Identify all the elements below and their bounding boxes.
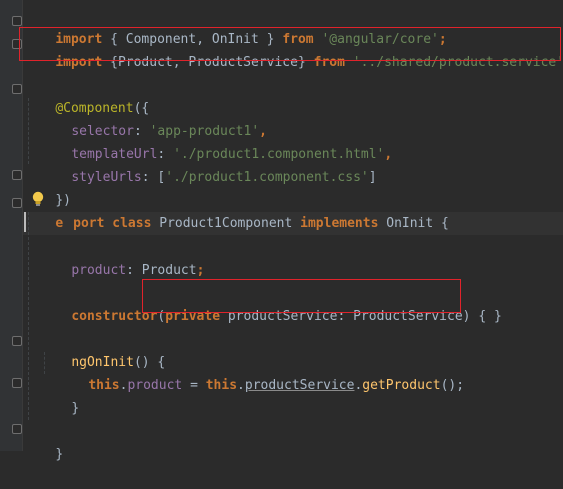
code-line-6: templateUrl: './product1.component.html'… — [40, 120, 392, 162]
type-name: Product — [141, 263, 197, 278]
lightbulb-icon[interactable] — [31, 191, 45, 207]
string-literal: './product1.component.css' — [165, 170, 369, 185]
class-name: Product1Component — [159, 216, 293, 231]
fold-marker[interactable] — [12, 378, 22, 388]
punctuation: . — [237, 378, 245, 393]
fold-marker[interactable] — [12, 198, 22, 208]
code-line-7: styleUrls: ['./product1.component.css'] — [40, 143, 376, 185]
code-line-4: @Component({ — [24, 74, 149, 116]
punctuation: : — [126, 263, 142, 278]
keyword-this: this — [205, 378, 238, 393]
code-line-5: selector: 'app-product1', — [40, 97, 267, 139]
code-line-19: } — [24, 420, 63, 462]
highlight-box-import — [19, 27, 561, 61]
punctuation: , — [384, 147, 393, 162]
fold-marker[interactable] — [12, 84, 22, 94]
text-caret — [24, 212, 26, 232]
fold-marker[interactable] — [12, 170, 22, 180]
code-line-9: e port class Product1Component implements… — [24, 189, 449, 231]
code-editor[interactable]: import { Component, OnInit } from '@angu… — [0, 0, 563, 462]
punctuation: { — [433, 216, 449, 231]
keyword-export-prefix: e — [55, 216, 64, 231]
method-call: getProduct — [362, 378, 441, 393]
punctuation: } — [55, 447, 64, 462]
property-name: styleUrls — [71, 170, 142, 185]
fold-marker[interactable] — [12, 336, 22, 346]
punctuation: ; — [196, 263, 205, 278]
code-line-11: product: Product; — [40, 236, 204, 278]
fold-marker[interactable] — [12, 16, 22, 26]
keyword-implements: implements — [300, 216, 379, 231]
interface-name: OnInit — [386, 216, 434, 231]
code-line-8: }) — [24, 166, 71, 208]
highlight-box-constructor-param — [142, 279, 461, 313]
operator: = — [182, 378, 206, 393]
code-line-15: ngOnInit() { — [40, 328, 165, 370]
punctuation: (); — [440, 378, 465, 393]
code-line-16: this.product = this.productService.getPr… — [57, 351, 464, 393]
keyword-export-suffix: port — [73, 216, 105, 231]
member-name: productService — [244, 378, 355, 393]
property-name: product — [127, 378, 183, 393]
punctuation: } — [71, 401, 80, 416]
code-line-17: } — [40, 374, 79, 416]
punctuation: : [ — [141, 170, 166, 185]
fold-marker[interactable] — [12, 424, 22, 434]
code-line-1: import { Component, OnInit } from '@angu… — [24, 5, 446, 47]
punctuation: ] — [368, 170, 377, 185]
keyword-this: this — [88, 378, 120, 393]
punctuation: ) { } — [462, 309, 502, 324]
keyword-class: class — [112, 216, 152, 231]
property-name: product — [71, 263, 127, 278]
